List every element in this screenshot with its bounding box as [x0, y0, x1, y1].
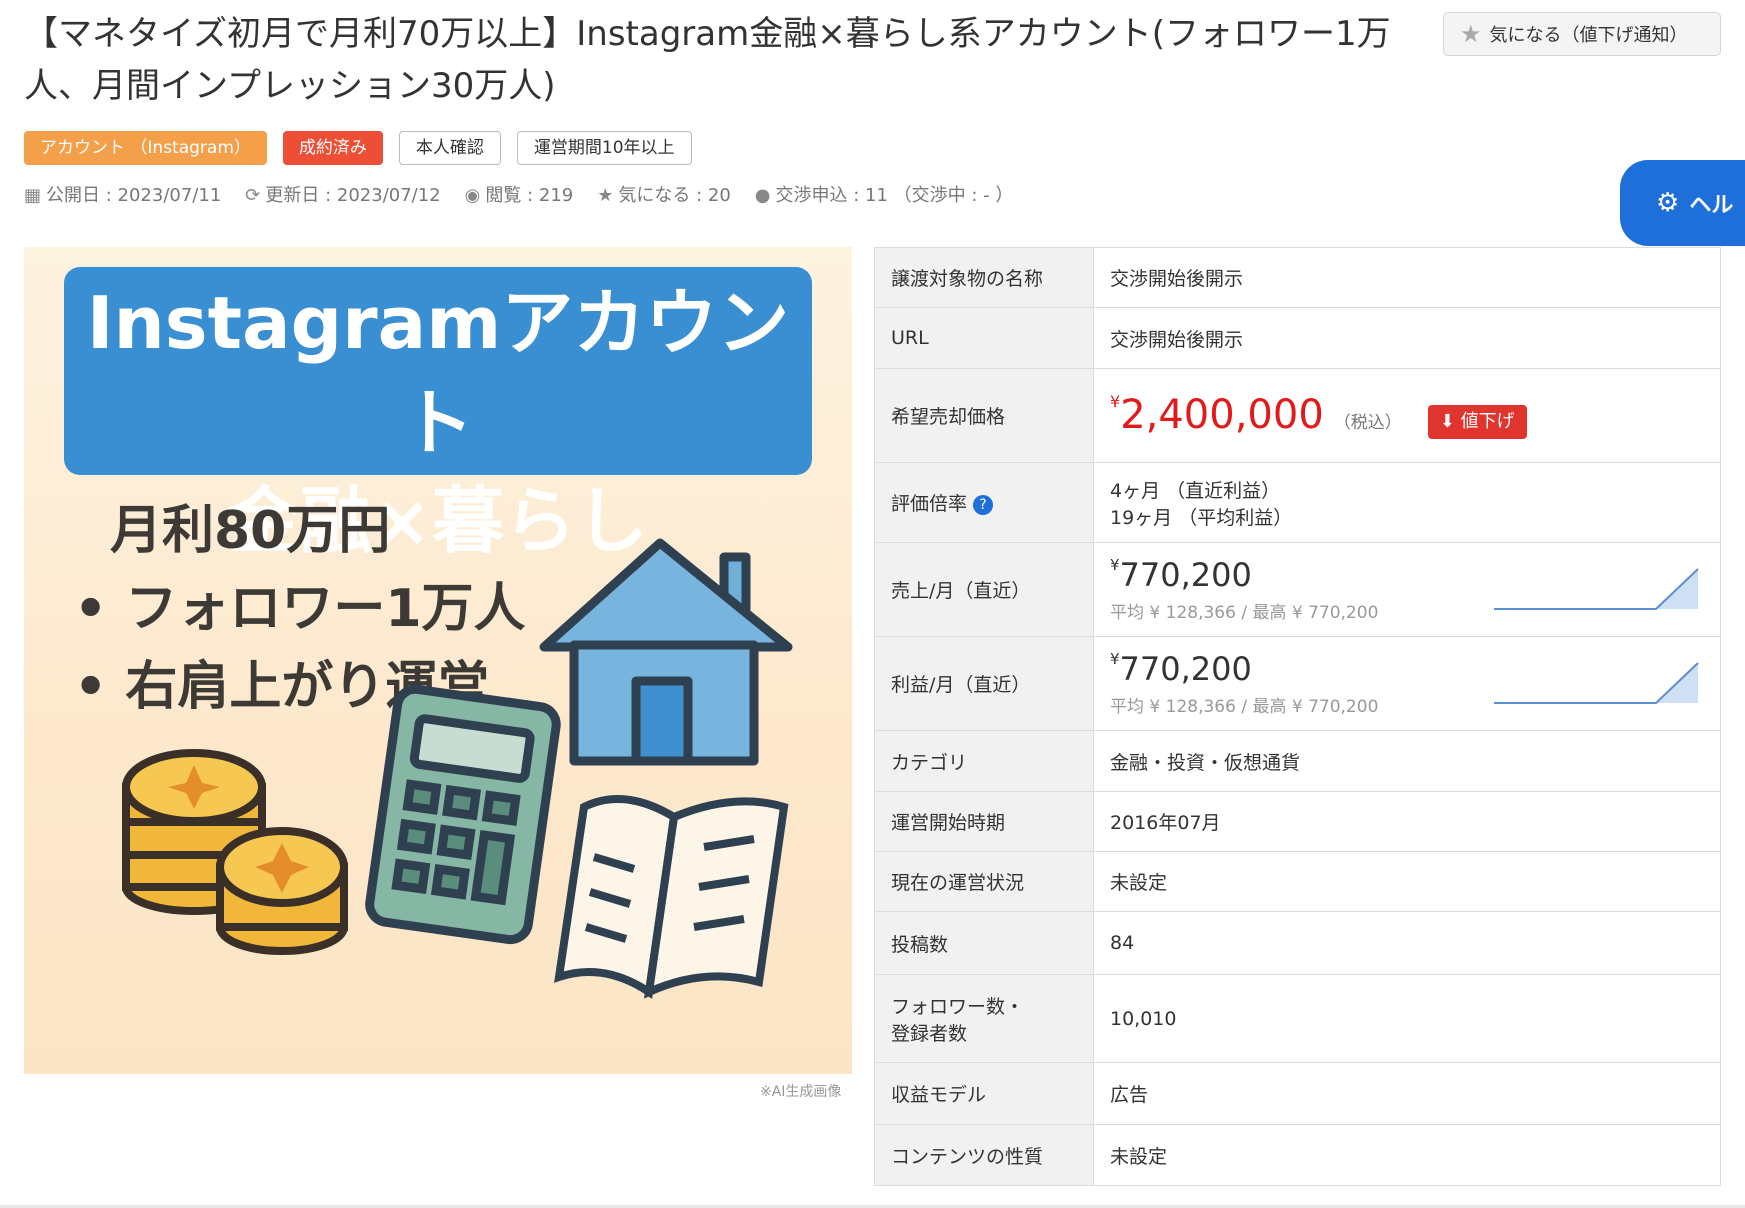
profit-sparkline: [1494, 662, 1699, 704]
calendar-icon: ▦: [24, 185, 42, 206]
row-value: 2016年07月: [1093, 791, 1721, 852]
profit-currency: ¥: [1110, 650, 1120, 668]
eye-icon: ◉: [464, 185, 481, 206]
table-row: コンテンツの性質 未設定: [874, 1124, 1721, 1186]
row-value: 未設定: [1093, 851, 1721, 912]
price-drop-label: 値下げ: [1460, 411, 1515, 433]
multiplier-average: 19ヶ月 （平均利益）: [1110, 506, 1293, 529]
row-value: 未設定: [1093, 1124, 1721, 1186]
updated-date: 更新日 : 2023/07/12: [265, 185, 441, 206]
row-label: カテゴリ: [874, 730, 1094, 792]
table-row: 希望売却価格 ¥2,400,000 （税込） ⬇ 値下げ: [874, 368, 1721, 463]
row-label: 利益/月（直近）: [874, 636, 1094, 731]
row-label: 現在の運営状況: [874, 851, 1094, 912]
help-chat-button[interactable]: ⚙ ヘル: [1620, 160, 1745, 246]
row-label: 登録者数: [891, 1022, 968, 1045]
row-label: 売上/月（直近）: [874, 542, 1094, 637]
coin-stack-icon: [122, 749, 348, 955]
profit-value: 770,200: [1119, 650, 1252, 688]
table-row: カテゴリ 金融・投資・仮想通貨: [874, 730, 1721, 792]
row-label: フォロワー数・: [891, 995, 1025, 1018]
help-label: ヘル: [1689, 193, 1734, 218]
category-badge[interactable]: アカウント （Instagram）: [24, 131, 267, 165]
favorite-count: 気になる : 20: [618, 185, 731, 206]
row-label: 運営開始時期: [874, 791, 1094, 852]
table-row: 譲渡対象物の名称 交渉開始後開示: [874, 247, 1721, 308]
star-icon: ★: [1460, 20, 1482, 48]
row-value: 広告: [1093, 1062, 1721, 1125]
listing-image: Instagramアカウント 金融×暮らし 月利80万円 • フォロワー1万人 …: [24, 247, 852, 1074]
sales-value: 770,200: [1119, 556, 1252, 594]
row-value: 84: [1093, 911, 1721, 975]
arrow-down-circle-icon: ⬇: [1439, 411, 1461, 433]
view-count: 閲覧 : 219: [485, 185, 574, 206]
chat-icon: ●: [754, 185, 771, 206]
table-row: 評価倍率? 4ヶ月 （直近利益） 19ヶ月 （平均利益）: [874, 462, 1721, 543]
row-value: 交渉開始後開示: [1093, 307, 1721, 369]
table-row: 収益モデル 広告: [874, 1062, 1721, 1125]
negotiation-count: 交渉申込 : 11 （交渉中 : - ）: [775, 185, 1014, 206]
row-value: 金融・投資・仮想通貨: [1093, 730, 1721, 792]
page-title: 【マネタイズ初月で月利70万以上】Instagram金融×暮らし系アカウント(フ…: [24, 14, 1391, 106]
row-label: URL: [874, 307, 1094, 369]
help-icon[interactable]: ?: [973, 494, 994, 515]
table-row: 投稿数 84: [874, 911, 1721, 975]
row-label: 希望売却価格: [874, 368, 1094, 463]
table-row: フォロワー数・ 登録者数 10,010: [874, 974, 1721, 1063]
table-row: 利益/月（直近） ¥770,200 平均 ¥ 128,366 / 最高 ¥ 77…: [874, 636, 1721, 731]
favorite-button[interactable]: ★ 気になる（値下げ通知）: [1443, 12, 1721, 56]
row-label: 収益モデル: [874, 1062, 1094, 1125]
meta-info: ▦ 公開日 : 2023/07/11 ⟳ 更新日 : 2023/07/12 ◉ 閲覧 …: [24, 181, 1013, 207]
listing-detail-table: 譲渡対象物の名称 交渉開始後開示 URL 交渉開始後開示 希望売却価格 ¥2,4…: [874, 247, 1721, 1186]
table-row: 現在の運営状況 未設定: [874, 851, 1721, 912]
table-row: 運営開始時期 2016年07月: [874, 791, 1721, 852]
favorite-button-label: 気になる（値下げ通知）: [1489, 25, 1688, 46]
price-value: 2,400,000: [1120, 391, 1324, 438]
row-label: 譲渡対象物の名称: [874, 247, 1094, 308]
book-icon: [554, 795, 789, 999]
refresh-icon: ⟳: [245, 185, 261, 206]
price-drop-badge: ⬇ 値下げ: [1427, 405, 1527, 440]
sales-sparkline: [1494, 568, 1699, 610]
price-tax-note: （税込）: [1333, 412, 1402, 433]
badge-list: アカウント （Instagram） 成約済み 本人確認 運営期間10年以上: [24, 131, 692, 165]
price-currency: ¥: [1110, 391, 1121, 411]
sales-currency: ¥: [1110, 556, 1120, 574]
image-illustration: [122, 538, 793, 999]
row-value: 交渉開始後開示: [1093, 247, 1721, 308]
published-date: 公開日 : 2023/07/11: [46, 185, 222, 206]
robot-icon: ⚙: [1656, 188, 1680, 218]
row-label: 評価倍率: [891, 493, 968, 515]
star-icon: ★: [597, 185, 614, 206]
multiplier-recent: 4ヶ月 （直近利益）: [1110, 479, 1281, 502]
calculator-icon: [365, 684, 561, 945]
verified-badge: 本人確認: [398, 131, 501, 165]
period-badge: 運営期間10年以上: [516, 131, 692, 165]
ai-image-note: ※AI生成画像: [760, 1084, 842, 1100]
table-row: 売上/月（直近） ¥770,200 平均 ¥ 128,366 / 最高 ¥ 77…: [874, 542, 1721, 637]
house-icon: [539, 538, 793, 766]
row-value: 10,010: [1093, 974, 1721, 1063]
row-label: コンテンツの性質: [874, 1124, 1094, 1186]
status-badge: 成約済み: [282, 131, 383, 165]
table-row: URL 交渉開始後開示: [874, 307, 1721, 369]
row-label: 投稿数: [874, 911, 1094, 975]
